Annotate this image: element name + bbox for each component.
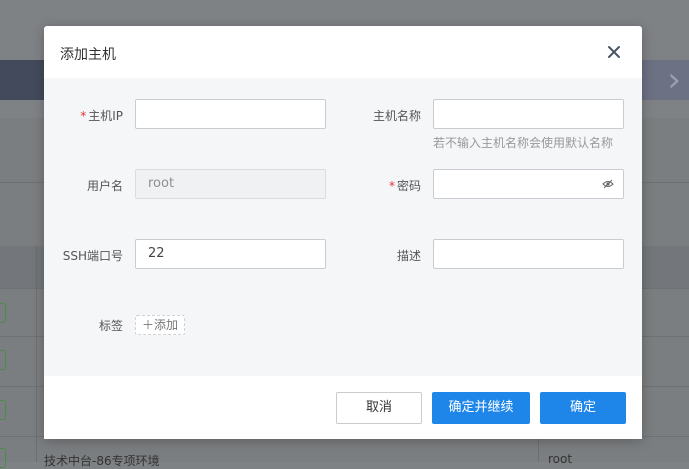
eye-hidden-icon[interactable] [602,179,614,189]
add-tag-button[interactable]: ＋添加 [135,315,186,335]
add-host-dialog: 添加主机 * 主机IP 主机名称 若不输入主机名称会使用默认名称 用户名 root… [44,26,642,439]
description-input[interactable] [433,239,624,269]
background-status-tag [0,448,6,468]
host-name-input[interactable] [433,99,624,129]
background-status-tag [0,350,6,370]
host-name-label: 主机名称 [372,109,421,123]
required-mark: * [388,179,395,193]
password-input[interactable] [433,169,624,199]
description-label: 描述 [396,249,421,263]
plus-icon: ＋ [142,318,155,332]
background-status-tag [0,400,6,420]
cancel-button[interactable]: 取消 [336,392,422,424]
ssh-port-input[interactable]: 22 [135,239,326,269]
confirm-button[interactable]: 确定 [540,392,626,424]
background-row-user: root [548,452,573,466]
confirm-continue-button[interactable]: 确定并继续 [432,392,530,424]
required-mark: * [80,109,87,123]
background-status-tag [0,303,6,323]
dialog-title: 添加主机 [60,47,116,63]
username-input: root [135,169,326,199]
password-label: * 密码 [388,179,421,193]
tags-label: 标签 [98,319,123,333]
host-name-hint: 若不输入主机名称会使用默认名称 [433,136,614,150]
background-column-divider [36,246,37,462]
background-row-name: 技术中台-86专项环境 [44,454,160,468]
chevron-right-icon: › [667,60,681,100]
host-ip-input[interactable] [135,99,326,129]
dialog-form: * 主机IP 主机名称 若不输入主机名称会使用默认名称 用户名 root * 密码 … [44,78,642,376]
close-icon[interactable] [604,42,624,62]
host-ip-label: * 主机IP [80,109,123,123]
ssh-port-label: SSH端口号 [62,249,123,263]
dialog-footer: 取消 确定并继续 确定 [44,376,642,439]
username-label: 用户名 [86,179,123,193]
background-banner-end [639,60,689,100]
dialog-header: 添加主机 [44,26,642,78]
